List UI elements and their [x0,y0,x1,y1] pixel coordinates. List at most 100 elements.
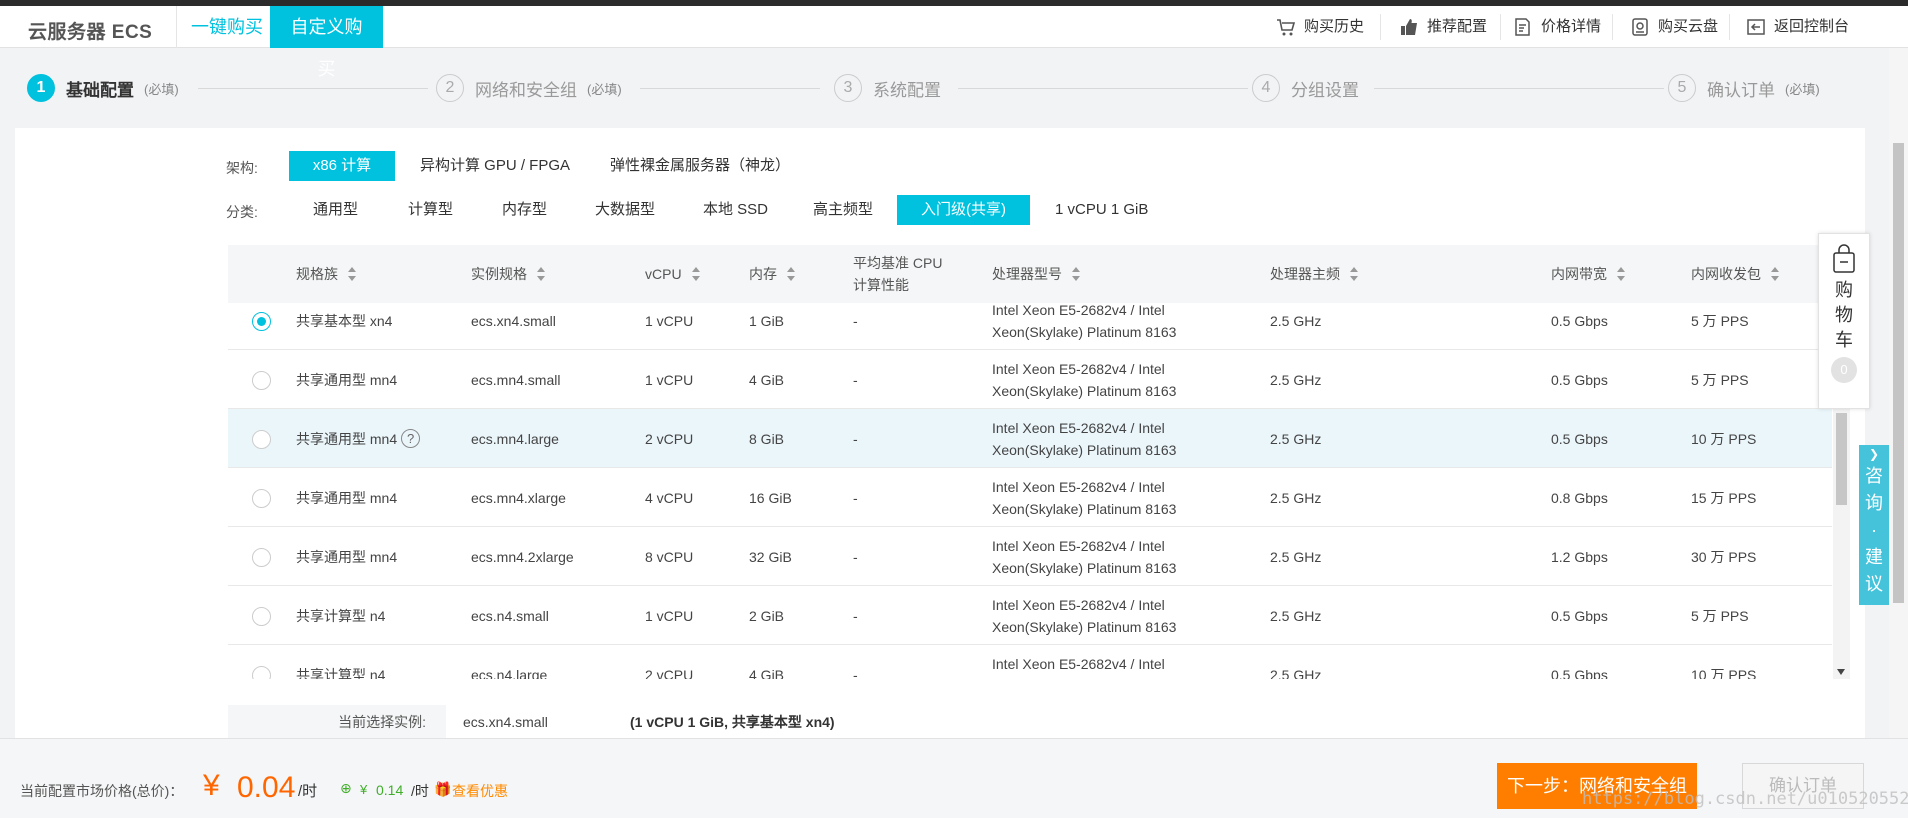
column-header-bandwidth[interactable]: 内网带宽 [1551,245,1626,303]
row-radio-button[interactable] [252,666,271,679]
category-option-compute[interactable]: 计算型 [396,195,465,225]
cell-text: 0.5 Gbps [1551,666,1608,680]
sort-icon[interactable] [348,267,357,281]
cell-text: 2 vCPU [645,430,694,447]
table-row[interactable]: 共享通用型 mn4 ecs.mn4.small 1 vCPU 4 GiB - Intel … [228,350,1832,409]
cell-memory: 1 GiB [749,303,784,350]
scroll-down-arrow-icon[interactable] [1837,669,1845,675]
column-header-memory[interactable]: 内存 [749,245,796,303]
cell-bandwidth: 0.5 Gbps [1551,586,1608,645]
arch-option-bare-metal[interactable]: 弹性裸金属服务器（神龙） [598,151,802,181]
step-number: 1 [27,74,55,102]
cell-text: 0.8 Gbps [1551,489,1608,506]
cell-perf: - [853,409,858,468]
cell-text: ecs.mn4.xlarge [471,489,566,506]
disk-icon [1632,18,1648,36]
table-row[interactable]: 共享通用型 mn4 ecs.mn4.2xlarge 8 vCPU 32 GiB - Int… [228,527,1832,586]
column-header-spec[interactable]: 实例规格 [471,245,546,303]
column-header-family[interactable]: 规格族 [296,245,357,303]
row-radio-button[interactable] [252,430,271,449]
sort-icon[interactable] [1350,267,1359,281]
cell-freq: 2.5 GHz [1270,586,1321,645]
shopping-cart-label: 购物车 [1835,280,1853,350]
price-detail-button[interactable]: 价格详情 [1513,6,1601,48]
price-detail-label: 价格详情 [1541,18,1602,35]
toolbar-divider [1380,14,1381,40]
cell-bandwidth: 0.5 Gbps [1551,303,1608,350]
sort-icon[interactable] [1617,267,1626,281]
cell-text: - [853,371,858,388]
page-scrollbar-thumb[interactable] [1893,143,1904,603]
step-confirm-order[interactable]: 5 确认订单 (必填) [1668,74,1820,102]
cell-freq: 2.5 GHz [1270,645,1321,680]
feedback-tab[interactable]: ❯ 咨询·建议 [1859,445,1889,605]
cell-spec: ecs.mn4.small [471,350,560,409]
recommend-config-button[interactable]: 推荐配置 [1399,6,1487,48]
row-radio-button[interactable] [252,312,271,331]
step-label: 网络和安全组 [475,80,577,100]
arch-option-x86[interactable]: x86 计算 [289,151,395,181]
category-option-memory[interactable]: 内存型 [490,195,559,225]
cell-text: 1 GiB [749,312,785,329]
column-header-frequency[interactable]: 处理器主频 [1270,245,1359,303]
cell-spec: ecs.xn4.small [471,303,556,350]
cell-text: ecs.mn4.small [471,371,561,388]
sort-icon[interactable] [691,267,701,281]
step-connector [640,88,820,89]
step-network-security[interactable]: 2 网络和安全组 (必填) [436,74,622,102]
cell-pps: 15 万 PPS [1691,468,1756,527]
page-scrollbar[interactable] [1889,48,1908,738]
cell-text: 8 GiB [749,430,785,447]
cell-freq: 2.5 GHz [1270,527,1321,586]
cell-text: 10 万 PPS [1691,666,1757,680]
sort-icon[interactable] [1072,267,1081,281]
category-option-1vcpu-1gib[interactable]: 1 vCPU 1 GiB [1043,195,1160,225]
category-option-big-data[interactable]: 大数据型 [583,195,667,225]
tab-custom-buy[interactable]: 自定义购买 [270,6,383,79]
step-system-config[interactable]: 3 系统配置 [834,74,941,102]
processor-line-2: Xeon(Skylake) Platinum 8163 [992,559,1177,576]
sort-icon[interactable] [537,267,546,281]
cell-processor: Intel Xeon E5-2682v4 / Intel Xeon(Skylake… [992,350,1176,409]
row-radio-button[interactable] [252,489,271,508]
table-row[interactable]: 共享通用型 mn4 ecs.mn4.xlarge 4 vCPU 16 GiB - Inte… [228,468,1832,527]
shopping-cart[interactable]: 购物车 0 [1818,233,1870,409]
chevron-right-icon: ❯ [1868,447,1880,461]
table-header: 规格族 实例规格 vCPU 内存 平均基准 CPU 计算性能 处理器型号 处理器… [228,245,1832,303]
buy-disk-button[interactable]: 购买云盘 [1630,6,1718,48]
sort-icon[interactable] [787,267,796,281]
view-discounts-link[interactable]: 查看优惠 [452,781,508,801]
purchase-history-button[interactable]: 购买历史 [1276,6,1364,48]
table-row[interactable]: 共享通用型 mn4? ecs.mn4.large 2 vCPU 8 GiB - Intel… [228,409,1832,468]
row-radio-button[interactable] [252,371,271,390]
column-header-pps[interactable]: 内网收发包 [1691,245,1780,303]
category-option-general[interactable]: 通用型 [301,195,370,225]
table-row[interactable]: 共享计算型 n4 ecs.n4.small 1 vCPU 2 GiB - Intel Xe… [228,586,1832,645]
cell-text: 2.5 GHz [1270,371,1322,388]
arch-option-gpu-fpga[interactable]: 异构计算 GPU / FPGA [408,151,582,181]
row-radio-button[interactable] [252,607,271,626]
row-radio-button[interactable] [252,548,271,567]
table-scrollbar-thumb[interactable] [1836,413,1847,505]
help-icon[interactable]: ? [401,429,421,448]
cell-text: - [853,312,858,329]
step-group-settings[interactable]: 4 分组设置 [1252,74,1359,102]
sort-icon[interactable] [1771,267,1780,281]
step-number: 2 [436,74,464,102]
category-option-high-freq[interactable]: 高主频型 [801,195,885,225]
processor-line-1: Intel Xeon E5-2682v4 / Intel [992,360,1165,377]
step-basic-config[interactable]: 1 基础配置 (必填) [27,74,179,102]
price-document-icon [1515,18,1530,36]
back-to-console-button[interactable]: 返回控制台 [1746,6,1849,48]
column-header-processor[interactable]: 处理器型号 [992,245,1081,303]
table-row[interactable]: 共享基本型 xn4 ecs.xn4.small 1 vCPU 1 GiB - Intel … [228,303,1832,350]
table-row[interactable]: 共享计算型 n4 ecs.n4.large 2 vCPU 4 GiB - Intel Xe… [228,645,1832,679]
column-header-vcpu[interactable]: vCPU [645,245,701,303]
tab-quick-buy[interactable]: 一键购买 [176,6,277,48]
cell-perf: - [853,350,858,409]
cell-bandwidth: 1.2 Gbps [1551,527,1608,586]
processor-lines: Intel Xeon E5-2682v4 / Intel Xeon(Skylake… [992,594,1176,638]
category-option-local-ssd[interactable]: 本地 SSD [691,195,780,225]
step-label: 系统配置 [873,80,941,100]
category-option-entry-shared[interactable]: 入门级(共享) [897,195,1030,225]
